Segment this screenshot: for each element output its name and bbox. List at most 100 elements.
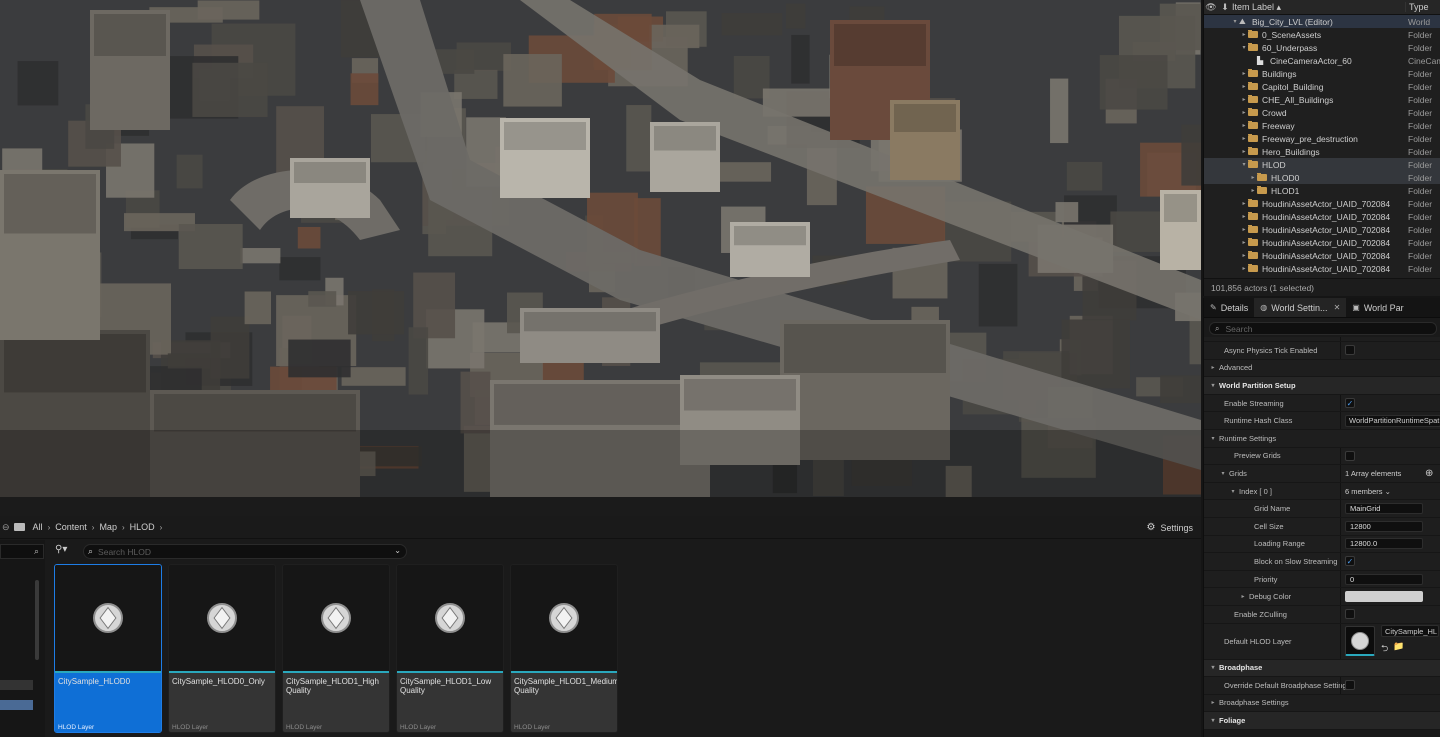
use-selected-icon[interactable]: ⮌ xyxy=(1381,641,1388,657)
checkbox[interactable] xyxy=(1345,680,1355,691)
settings-button[interactable]: ⚙ Settings xyxy=(1147,522,1194,533)
breadcrumb-separator-icon[interactable]: › xyxy=(122,523,125,532)
property-category[interactable]: ▾ World Partition Setup xyxy=(1204,377,1440,395)
expand-arrow-icon[interactable]: ▸ xyxy=(1249,187,1257,194)
debug-color-swatch[interactable] xyxy=(1345,591,1423,603)
outliner-row[interactable]: ▙ CineCameraActor_60 CineCam xyxy=(1204,54,1440,67)
breadcrumb-item[interactable]: Content xyxy=(55,522,87,532)
sources-search-input[interactable]: ⌕ xyxy=(0,544,44,559)
property-row[interactable]: Cell Size 12800 xyxy=(1204,517,1440,536)
property-row[interactable]: Block on Slow Streaming ✓ xyxy=(1204,553,1440,571)
expand-arrow-icon[interactable]: ▸ xyxy=(1240,148,1248,155)
expand-arrow-icon[interactable]: ▾ xyxy=(1240,161,1248,168)
outliner-row[interactable]: ▸ HoudiniAssetActor_UAID_702084 Folder xyxy=(1204,236,1440,249)
expand-arrow-icon[interactable]: ▸ xyxy=(1240,265,1248,272)
property-row[interactable]: Enable Streaming ✓ xyxy=(1204,394,1440,413)
sources-item-selected[interactable] xyxy=(0,700,33,710)
property-row[interactable]: ▸ Advanced xyxy=(1204,359,1440,378)
expand-arrow-icon[interactable]: ▾ xyxy=(1209,382,1217,389)
outliner-row[interactable]: ▸ HoudiniAssetActor_UAID_702084 Folder xyxy=(1204,262,1440,275)
property-row[interactable]: ▸ Debug Color xyxy=(1204,588,1440,606)
filter-dropdown-icon[interactable]: ⚲▾ xyxy=(55,544,67,555)
asset-thumbnail[interactable] xyxy=(1345,626,1375,656)
expand-arrow-icon[interactable]: ▸ xyxy=(1239,593,1247,600)
outliner-row[interactable]: ▾ ⛰ Big_City_LVL (Editor) World xyxy=(1204,15,1440,28)
asset-search-input[interactable]: ⌕ Search HLOD ⌄ xyxy=(83,544,407,559)
expand-arrow-icon[interactable]: ▾ xyxy=(1209,717,1217,724)
expand-arrow-icon[interactable]: ▾ xyxy=(1231,18,1239,25)
tab-details[interactable]: ✎ Details xyxy=(1204,298,1254,317)
outliner-row[interactable]: ▸ HLOD1 Folder xyxy=(1204,184,1440,197)
asset-tile[interactable]: CitySample_HLOD1_High Quality HLOD Layer xyxy=(282,564,390,733)
outliner-row[interactable]: ▸ Freeway Folder xyxy=(1204,119,1440,132)
details-search-input[interactable]: ⌕ Search xyxy=(1209,322,1437,335)
expand-arrow-icon[interactable]: ▾ xyxy=(1219,470,1227,477)
outliner-row[interactable]: ▾ 60_Underpass Folder xyxy=(1204,41,1440,54)
add-element-icon[interactable]: ⊕ xyxy=(1425,468,1433,479)
property-row[interactable]: Async Physics Tick Enabled xyxy=(1204,342,1440,360)
expand-arrow-icon[interactable]: ▸ xyxy=(1240,70,1248,77)
checkbox[interactable]: ✓ xyxy=(1345,398,1355,409)
property-row[interactable]: Runtime Hash Class WorldPartitionRuntimeS… xyxy=(1204,412,1440,430)
expand-arrow-icon[interactable]: ▾ xyxy=(1209,435,1217,442)
column-type[interactable]: Type xyxy=(1405,2,1440,12)
outliner-row[interactable]: ▸ Hero_Buildings Folder xyxy=(1204,145,1440,158)
pin-icon[interactable]: ⬇ xyxy=(1218,2,1232,13)
column-item-label[interactable]: Item Label ▴ xyxy=(1232,2,1405,13)
expand-arrow-icon[interactable]: ▸ xyxy=(1240,213,1248,220)
tab-world-partition[interactable]: ▣ World Par xyxy=(1346,298,1409,317)
expand-arrow-icon[interactable]: ▸ xyxy=(1249,174,1257,181)
sources-item[interactable] xyxy=(0,680,33,690)
property-row[interactable]: ▸ Broadphase Settings xyxy=(1204,694,1440,713)
checkbox[interactable] xyxy=(1345,609,1355,620)
value-input[interactable]: 12800.0 xyxy=(1345,538,1423,550)
value-input[interactable]: 12800 xyxy=(1345,520,1423,532)
outliner-row[interactable]: ▾ HLOD Folder xyxy=(1204,158,1440,171)
asset-tile[interactable]: CitySample_HLOD1_Medium Quality HLOD Laye… xyxy=(510,564,618,733)
expand-arrow-icon[interactable]: ▸ xyxy=(1240,200,1248,207)
expand-arrow-icon[interactable]: ▾ xyxy=(1229,488,1237,495)
hlod-layer-dropdown[interactable]: CitySample_HL xyxy=(1381,625,1439,637)
property-row[interactable]: ▾ Runtime Settings xyxy=(1204,429,1440,448)
breadcrumb-separator-icon[interactable]: › xyxy=(160,523,163,532)
expand-arrow-icon[interactable]: ▸ xyxy=(1209,364,1217,371)
outliner-row[interactable]: ▸ Crowd Folder xyxy=(1204,106,1440,119)
expand-arrow-icon[interactable]: ▸ xyxy=(1240,226,1248,233)
tab-world-settings[interactable]: ◍ World Settin... ✕ xyxy=(1254,298,1347,317)
asset-tile[interactable]: CitySample_HLOD1_Low Quality HLOD Layer xyxy=(396,564,504,733)
expand-arrow-icon[interactable]: ▸ xyxy=(1240,135,1248,142)
property-row[interactable]: Default HLOD Layer CitySample_HL ⮌ 📁 xyxy=(1204,623,1440,660)
outliner-row[interactable]: ▸ 0_SceneAssets Folder xyxy=(1204,28,1440,41)
breadcrumb-item[interactable]: Map xyxy=(99,522,117,532)
expand-arrow-icon[interactable]: ▸ xyxy=(1240,122,1248,129)
history-icon[interactable]: ⊖ xyxy=(2,522,10,533)
chevron-down-icon[interactable]: ⌄ xyxy=(394,546,401,555)
checkbox[interactable] xyxy=(1345,345,1355,356)
property-row[interactable]: ▾ Index [ 0 ] 6 members ⌄ xyxy=(1204,482,1440,501)
value-input[interactable]: MainGrid xyxy=(1345,503,1423,515)
breadcrumb-separator-icon[interactable]: › xyxy=(48,523,51,532)
property-row[interactable]: Grid Name MainGrid xyxy=(1204,500,1440,518)
expand-arrow-icon[interactable]: ▸ xyxy=(1240,239,1248,246)
outliner-row[interactable]: ▸ Capitol_Building Folder xyxy=(1204,80,1440,93)
checkbox[interactable]: ✓ xyxy=(1345,556,1355,567)
breadcrumb-item[interactable]: All xyxy=(33,522,43,532)
sources-scrollbar[interactable] xyxy=(35,580,39,660)
checkbox[interactable] xyxy=(1345,450,1355,461)
outliner-row[interactable]: ▸ CHE_All_Buildings Folder xyxy=(1204,93,1440,106)
property-category[interactable]: ▾ Foliage xyxy=(1204,712,1440,730)
property-row[interactable]: Enable ZCulling xyxy=(1204,605,1440,624)
property-row[interactable]: Priority 0 xyxy=(1204,570,1440,589)
property-row[interactable]: Preview Grids xyxy=(1204,447,1440,466)
outliner-row[interactable]: ▸ HoudiniAssetActor_UAID_702084 Folder xyxy=(1204,223,1440,236)
expand-arrow-icon[interactable]: ▸ xyxy=(1240,252,1248,259)
outliner-row[interactable]: ▸ Freeway_pre_destruction Folder xyxy=(1204,132,1440,145)
browse-icon[interactable]: 📁 xyxy=(1393,641,1404,657)
expand-arrow-icon[interactable]: ▾ xyxy=(1209,664,1217,671)
property-row[interactable]: Loading Range 12800.0 xyxy=(1204,535,1440,554)
outliner-row[interactable]: ▸ Buildings Folder xyxy=(1204,67,1440,80)
runtime-hash-class-dropdown[interactable]: WorldPartitionRuntimeSpat ▾ xyxy=(1345,414,1440,427)
asset-tile[interactable]: CitySample_HLOD0_Only HLOD Layer xyxy=(168,564,276,733)
expand-arrow-icon[interactable]: ▸ xyxy=(1209,699,1217,706)
visibility-eye-icon[interactable]: 👁 xyxy=(1204,2,1218,13)
